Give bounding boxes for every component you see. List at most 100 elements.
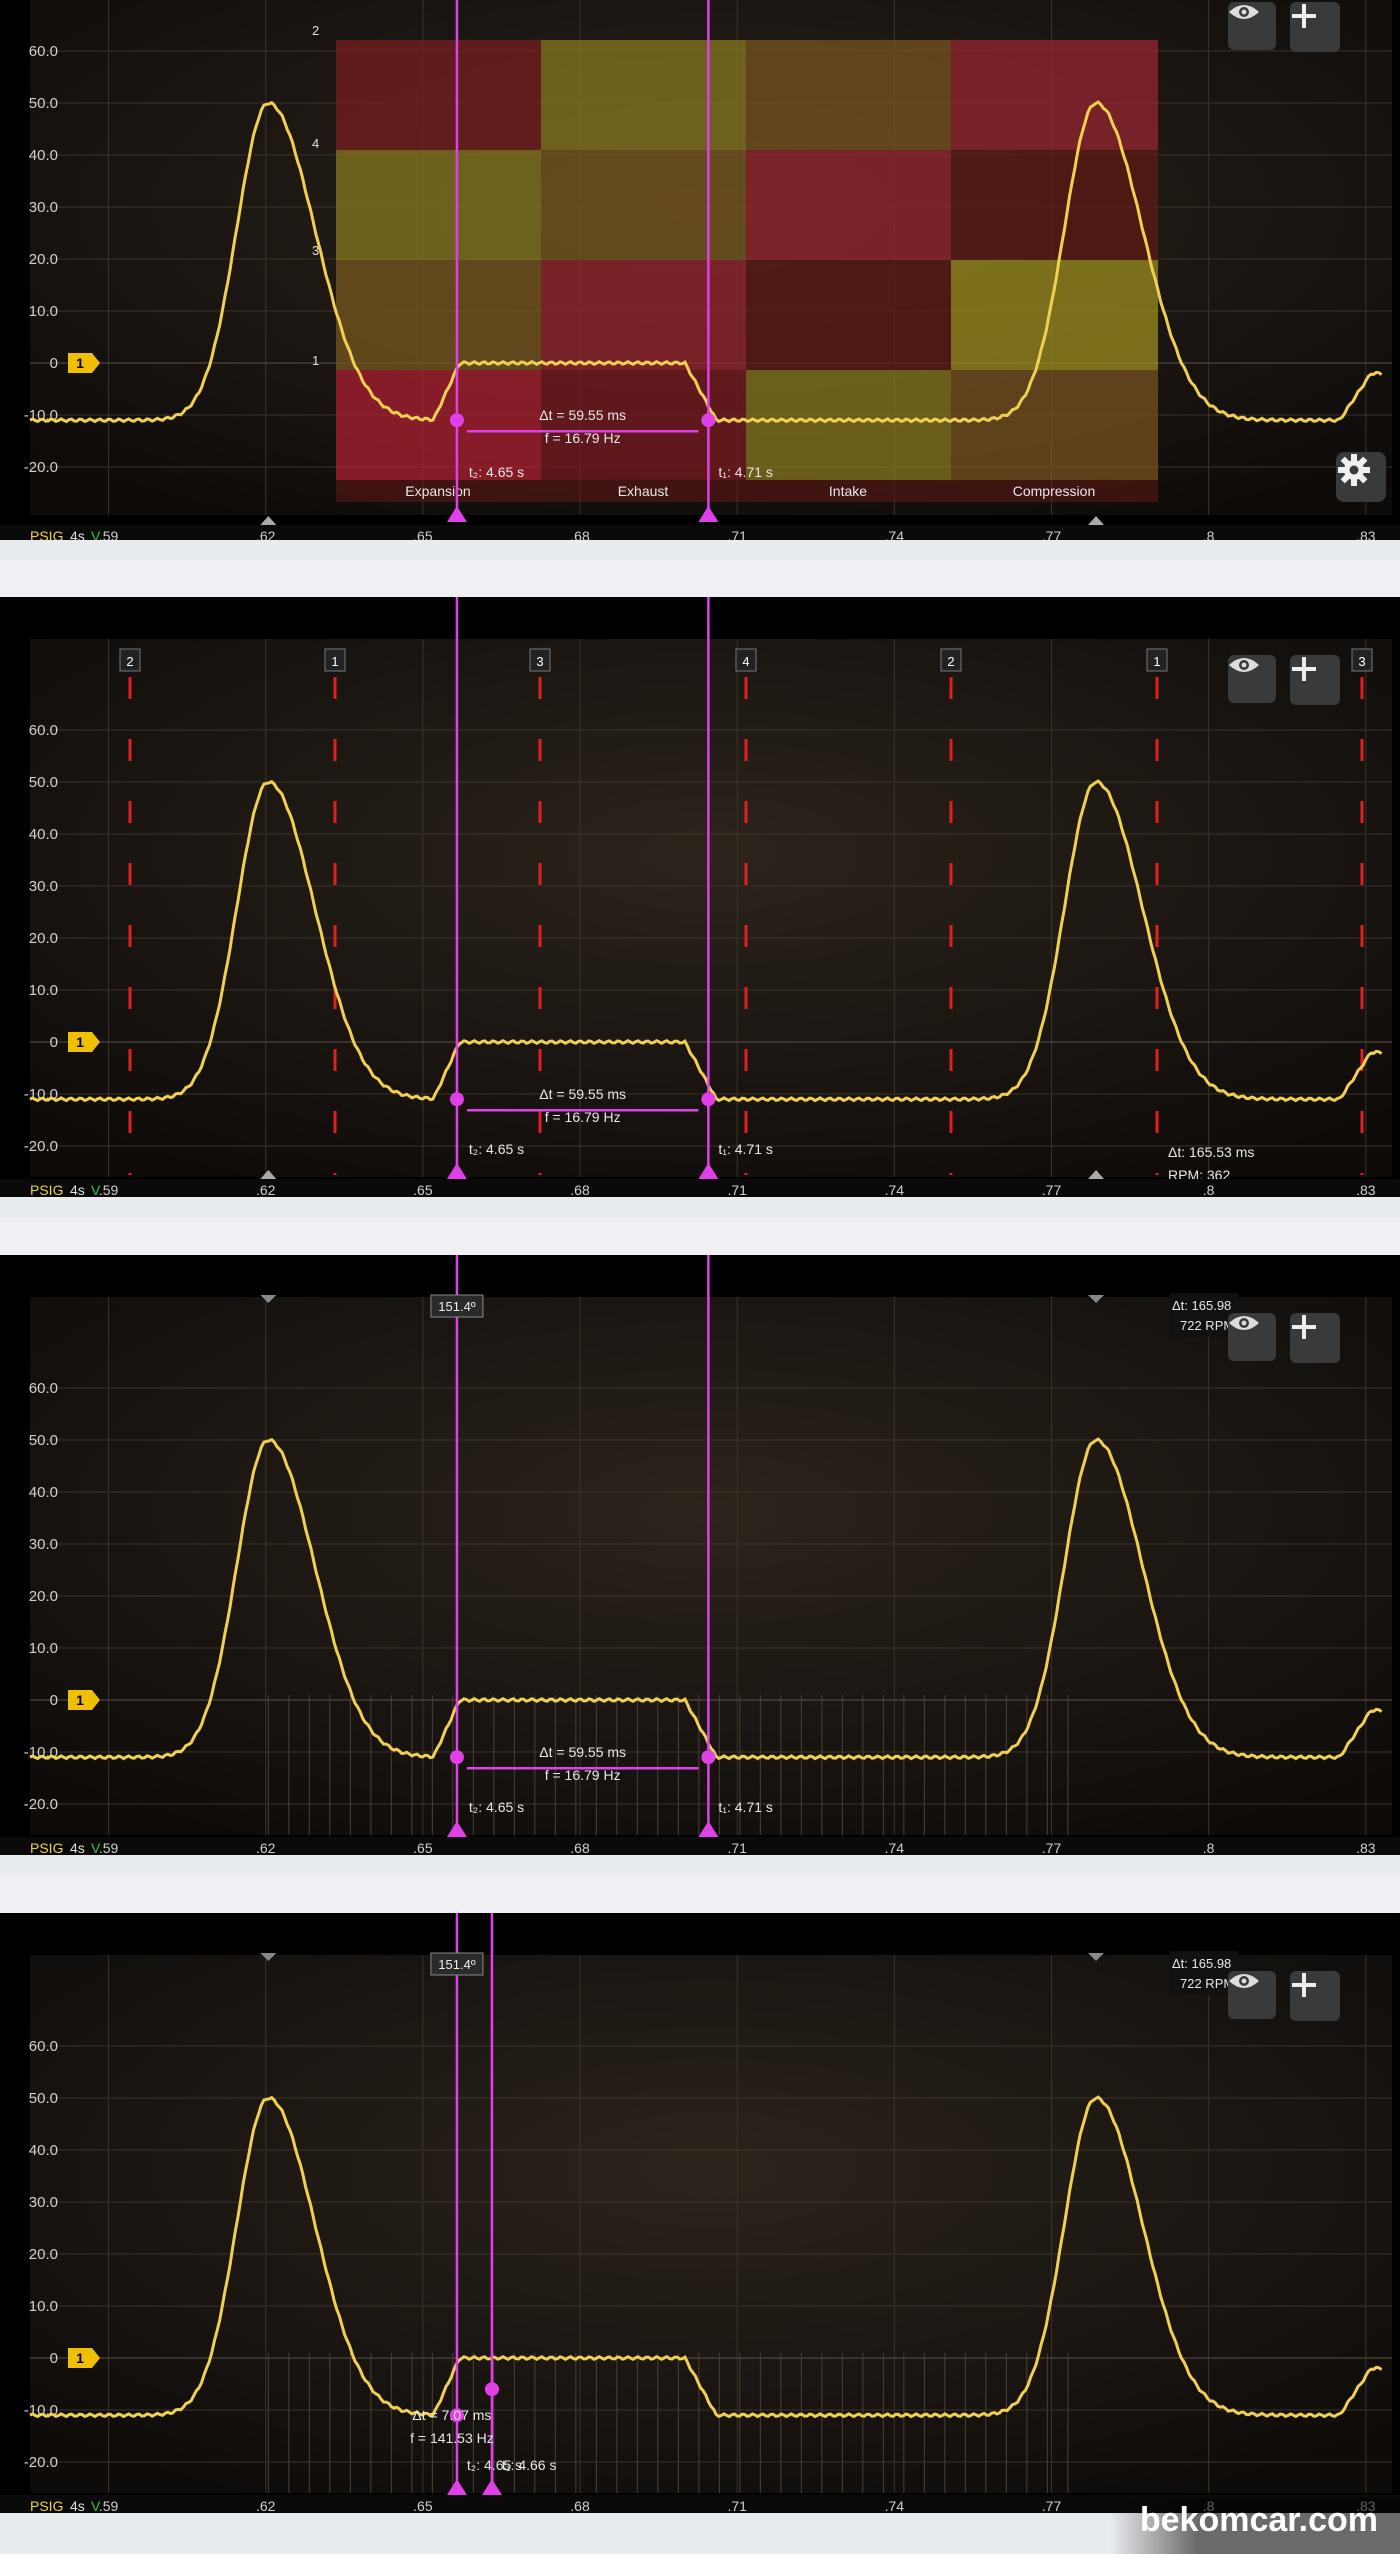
stroke-label-exhaust: Exhaust (618, 483, 669, 499)
cursor-t2-label: t₂: 4.65 s (469, 1141, 524, 1157)
scope-panel-2: 2 1 3 4 2 1 3 60.0 50.0 40.0 30.0 20.0 10.0 0 -10.0 -20… (0, 597, 1400, 1197)
x-tick-label: .71 (727, 2498, 747, 2513)
y-tick-label: 50.0 (29, 774, 58, 791)
rpm-delta-label: Δt: 165.53 ms (1168, 1144, 1254, 1160)
cursor-point (449, 1092, 464, 1107)
stroke-cell (746, 150, 951, 260)
x-axis-strip (0, 1837, 1400, 1855)
timebase-label: 4s (70, 528, 85, 540)
cursor-point (449, 1750, 464, 1765)
timebase-label: 4s (70, 1182, 85, 1197)
scope-plot: 60.0 50.0 40.0 30.0 20.0 10.0 0 -10.0 -20.0 1 Δt =… (0, 1913, 1400, 2513)
cursor-t2-label: t₂: 4.65 s (469, 464, 524, 480)
cylinder-tag: 3 (1358, 654, 1365, 669)
y-tick-label: -20.0 (24, 1796, 58, 1813)
x-tick-label: .74 (885, 2498, 905, 2513)
top-dead-center-marker (1088, 516, 1105, 525)
delta-time-label: Δt = 59.55 ms (539, 407, 626, 423)
visibility-toggle-button[interactable] (1228, 1313, 1276, 1361)
add-channel-button[interactable] (1290, 1313, 1340, 1363)
x-tick-label: .65 (413, 2498, 433, 2513)
y-tick-label: 30.0 (29, 2194, 58, 2211)
trigger-marker-label: 1 (76, 1692, 84, 1708)
channel-name: PSIG (30, 1182, 63, 1197)
x-tick-label: .62 (256, 2498, 276, 2513)
x-tick-label: .68 (570, 1840, 590, 1855)
channel-name: PSIG (30, 1840, 63, 1855)
cursor-top-value: 151.4º (438, 1299, 476, 1314)
x-axis-strip (0, 525, 1400, 540)
cylinder-tag: 1 (331, 654, 338, 669)
x-tick-label: .68 (570, 2498, 590, 2513)
panel-separator (0, 1876, 1400, 1913)
y-tick-label: 0 (50, 1692, 58, 1709)
add-channel-button[interactable] (1290, 2, 1340, 52)
cylinder-row-label: 4 (312, 136, 319, 151)
x-tick-label: .8 (1203, 528, 1215, 540)
cursor-point (449, 413, 464, 428)
y-tick-label: -10.0 (24, 1086, 58, 1103)
trigger-marker-label: 1 (76, 2350, 84, 2366)
y-tick-label: 50.0 (29, 2090, 58, 2107)
stroke-cell (746, 370, 951, 480)
x-tick-label: .59 (99, 1840, 119, 1855)
y-tick-label: -10.0 (24, 407, 58, 424)
visibility-toggle-button[interactable] (1228, 1971, 1276, 2019)
eye-icon (1229, 658, 1259, 672)
y-tick-label: 10.0 (29, 2298, 58, 2315)
delta-time-label: Δt = 7.07 ms (412, 2407, 491, 2423)
x-tick-label: .77 (1042, 1182, 1062, 1197)
visibility-toggle-button[interactable] (1228, 2, 1276, 50)
cursor-t1-label: t₁: 4.71 s (718, 1141, 773, 1157)
cylinder-tag: 3 (536, 654, 543, 669)
channel-name: PSIG (30, 528, 63, 540)
x-tick-label: .68 (570, 1182, 590, 1197)
x-tick-label: .59 (99, 528, 119, 540)
y-tick-label: 60.0 (29, 1380, 58, 1397)
x-tick-label: .65 (413, 528, 433, 540)
stroke-cell (746, 260, 951, 370)
stroke-cell (541, 150, 746, 260)
x-tick-label: .83 (1356, 1182, 1376, 1197)
stroke-label-expansion: Expansion (405, 483, 470, 499)
cursor-t2-label: t₂: 4.65 s (469, 1799, 524, 1815)
y-tick-label: 30.0 (29, 878, 58, 895)
cursor-point (484, 2382, 499, 2397)
scope-plot: 60.0 50.0 40.0 30.0 20.0 10.0 0 -10.0 -20.0 1 Δt =… (0, 1255, 1400, 1855)
trigger-marker-label: 1 (76, 1034, 84, 1050)
cursor-t1-label: t₁: 4.71 s (718, 464, 773, 480)
cursor-point (701, 1092, 716, 1107)
timebase-label: 4s (70, 1840, 85, 1855)
stroke-cell (541, 370, 746, 480)
x-tick-label: .71 (727, 1182, 747, 1197)
x-tick-label: .74 (885, 528, 905, 540)
delta-time-label: Δt = 59.55 ms (539, 1744, 626, 1760)
y-tick-label: -20.0 (24, 2454, 58, 2471)
cylinder-tag: 4 (742, 654, 749, 669)
x-tick-label: .8 (1203, 1182, 1215, 1197)
stroke-cell (336, 260, 541, 370)
x-axis-strip (0, 1179, 1400, 1197)
plus-icon (1292, 657, 1316, 681)
y-tick-label: 0 (50, 1034, 58, 1051)
add-channel-button[interactable] (1290, 655, 1340, 705)
settings-button[interactable] (1336, 452, 1386, 502)
x-tick-label: .62 (256, 1840, 276, 1855)
stroke-label-compression: Compression (1013, 483, 1095, 499)
y-tick-label: 0 (50, 2350, 58, 2367)
stroke-cell (541, 40, 746, 150)
y-tick-label: 20.0 (29, 1588, 58, 1605)
cylinder-row-label: 1 (312, 353, 319, 368)
scope-panel-4: 60.0 50.0 40.0 30.0 20.0 10.0 0 -10.0 -20.0 1 Δt =… (0, 1913, 1400, 2513)
y-tick-label: 10.0 (29, 303, 58, 320)
scope-panel-1: 2 4 3 1 Expansion Exhaust Intake Compression 60.… (0, 0, 1400, 540)
add-channel-button[interactable] (1290, 1971, 1340, 2021)
cursor-top-value: 151.4º (438, 1957, 476, 1972)
y-tick-label: 20.0 (29, 2246, 58, 2263)
y-tick-label: -10.0 (24, 2402, 58, 2419)
y-tick-label: 60.0 (29, 2038, 58, 2055)
y-tick-label: 50.0 (29, 1432, 58, 1449)
frequency-label: f = 141.53 Hz (410, 2430, 494, 2446)
cursor-point (701, 1750, 716, 1765)
visibility-toggle-button[interactable] (1228, 655, 1276, 703)
